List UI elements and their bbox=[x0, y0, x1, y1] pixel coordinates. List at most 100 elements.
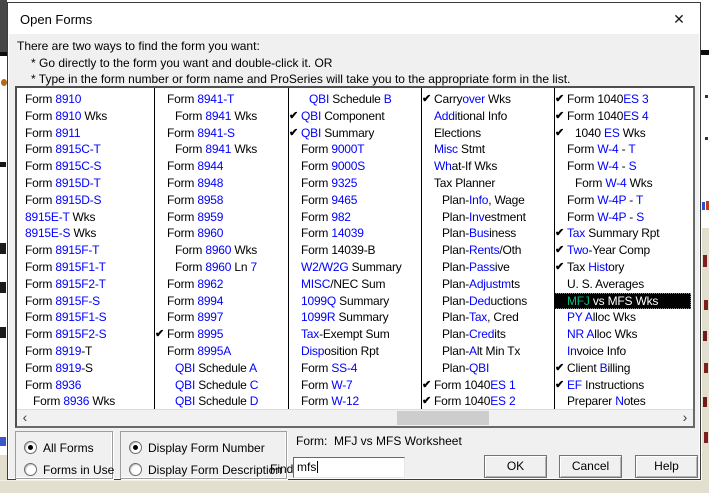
form-list-item[interactable]: Form 8941-T bbox=[154, 91, 288, 108]
form-list-item[interactable]: Form 8936 Wks bbox=[17, 393, 154, 410]
form-list-item[interactable]: Form 8915D-S bbox=[17, 192, 154, 209]
form-list-item[interactable]: Form 8915F-S bbox=[17, 293, 154, 310]
scrollbar-thumb[interactable] bbox=[397, 411, 489, 425]
form-list-item[interactable]: 1099R Summary bbox=[288, 309, 421, 326]
form-list-item[interactable]: Form 8915F1-T bbox=[17, 259, 154, 276]
form-list-item[interactable]: Form W-4 Wks bbox=[554, 175, 693, 192]
form-list-item[interactable]: Form 8941 Wks bbox=[154, 141, 288, 158]
form-list-item[interactable]: Form SS-4 bbox=[288, 360, 421, 377]
form-list-item[interactable]: Tax Planner bbox=[421, 175, 554, 192]
form-list-item[interactable]: Plan-Tax, Cred bbox=[421, 309, 554, 326]
form-list-item[interactable]: Form 8994 bbox=[154, 293, 288, 310]
radio-all-forms[interactable]: All Forms bbox=[24, 439, 94, 453]
form-list-item[interactable]: ✔EF Instructions bbox=[554, 377, 693, 394]
scroll-right-icon[interactable]: › bbox=[677, 410, 693, 425]
radio-display-form-description[interactable]: Display Form Description bbox=[129, 461, 282, 475]
form-list-item[interactable]: Form 8910 bbox=[17, 91, 154, 108]
help-button[interactable]: Help bbox=[635, 455, 698, 478]
form-list-item[interactable]: QBI Schedule B bbox=[288, 91, 421, 108]
form-list-item[interactable]: Form 14039-B bbox=[288, 242, 421, 259]
form-list-item[interactable]: ✔Client Billing bbox=[554, 360, 693, 377]
form-list-item[interactable]: ✔Form 1040ES 1 bbox=[421, 377, 554, 394]
form-list-item[interactable]: Form 8915C-T bbox=[17, 141, 154, 158]
form-list-item[interactable]: Form 8941-S bbox=[154, 125, 288, 142]
form-list-item[interactable]: Plan-Passive bbox=[421, 259, 554, 276]
form-list-item[interactable]: W2/W2G Summary bbox=[288, 259, 421, 276]
form-list-item[interactable]: Plan-Investment bbox=[421, 209, 554, 226]
form-list-item[interactable]: Plan-Rents/Oth bbox=[421, 242, 554, 259]
form-list-item[interactable]: ✔Form 1040ES 2 bbox=[421, 393, 554, 410]
form-list-item[interactable]: ✔Tax History bbox=[554, 259, 693, 276]
form-list-item[interactable]: Form 8936 bbox=[17, 377, 154, 394]
form-list-item[interactable]: Form W-4 - T bbox=[554, 141, 693, 158]
radio-button-icon[interactable] bbox=[129, 441, 142, 454]
form-list-item[interactable]: Elections bbox=[421, 125, 554, 142]
form-list-item[interactable]: Invoice Info bbox=[554, 343, 693, 360]
form-list-item[interactable]: Form 8941 Wks bbox=[154, 108, 288, 125]
form-list-item[interactable]: Form W-12 bbox=[288, 393, 421, 410]
close-icon[interactable]: ✕ bbox=[669, 9, 689, 29]
form-list-item[interactable]: Form 14039 bbox=[288, 225, 421, 242]
form-list-item[interactable]: Form 8962 bbox=[154, 276, 288, 293]
scroll-left-icon[interactable]: ‹ bbox=[17, 410, 33, 425]
form-list-item[interactable]: Disposition Rpt bbox=[288, 343, 421, 360]
form-list-item[interactable]: ✔Carryover Wks bbox=[421, 91, 554, 108]
form-list-item[interactable]: Plan-Info, Wage bbox=[421, 192, 554, 209]
form-list-item[interactable]: MISC/NEC Sum bbox=[288, 276, 421, 293]
form-list-item[interactable]: Form 8915F1-S bbox=[17, 309, 154, 326]
form-list-item[interactable]: Form 8944 bbox=[154, 158, 288, 175]
form-list-item[interactable]: MFJ vs MFS Wks bbox=[554, 293, 691, 310]
form-list-item[interactable]: Form W-4 - S bbox=[554, 158, 693, 175]
form-list-item[interactable]: QBI Schedule C bbox=[154, 377, 288, 394]
form-list-item[interactable]: Form 8910 Wks bbox=[17, 108, 154, 125]
form-list-item[interactable]: Form 8919-T bbox=[17, 343, 154, 360]
form-list-item[interactable]: Form 982 bbox=[288, 209, 421, 226]
cancel-button[interactable]: Cancel bbox=[559, 455, 622, 478]
form-list-item[interactable]: Form 9465 bbox=[288, 192, 421, 209]
form-list-item[interactable]: Form 9325 bbox=[288, 175, 421, 192]
form-list-item[interactable]: Plan-Deductions bbox=[421, 293, 554, 310]
form-list-item[interactable]: What-If Wks bbox=[421, 158, 554, 175]
radio-button-icon[interactable] bbox=[129, 463, 142, 476]
form-list-item[interactable]: Form 8960 Wks bbox=[154, 242, 288, 259]
form-list-item[interactable]: Plan-Credits bbox=[421, 326, 554, 343]
form-list-item[interactable]: Plan-QBI bbox=[421, 360, 554, 377]
form-list-item[interactable]: Form W-7 bbox=[288, 377, 421, 394]
form-list-item[interactable]: ✔Form 8995 bbox=[154, 326, 288, 343]
form-list-item[interactable]: Form 8948 bbox=[154, 175, 288, 192]
form-list-item[interactable]: Form 8960 Ln 7 bbox=[154, 259, 288, 276]
form-list-item[interactable]: Form W-4P - S bbox=[554, 209, 693, 226]
form-list-item[interactable]: Form 8919-S bbox=[17, 360, 154, 377]
form-list-item[interactable]: Plan-Adjustmts bbox=[421, 276, 554, 293]
form-list-item[interactable]: 8915E-S Wks bbox=[17, 225, 154, 242]
ok-button[interactable]: OK bbox=[484, 455, 547, 478]
form-list-item[interactable]: ✔Tax Summary Rpt bbox=[554, 225, 693, 242]
form-list-item[interactable]: Form 8915F-T bbox=[17, 242, 154, 259]
form-list-item[interactable]: ✔1040 ES Wks bbox=[554, 125, 693, 142]
form-list-item[interactable]: Form 8960 bbox=[154, 225, 288, 242]
form-list-item[interactable]: Form 8959 bbox=[154, 209, 288, 226]
form-list-item[interactable]: Form W-4P - T bbox=[554, 192, 693, 209]
form-list-item[interactable]: 8915E-T Wks bbox=[17, 209, 154, 226]
form-list-item[interactable]: Form 8915F2-S bbox=[17, 326, 154, 343]
form-list-item[interactable]: Plan-Alt Min Tx bbox=[421, 343, 554, 360]
form-list-item[interactable]: 1099Q Summary bbox=[288, 293, 421, 310]
form-list-item[interactable]: Form 8995A bbox=[154, 343, 288, 360]
form-list-item[interactable]: QBI Schedule A bbox=[154, 360, 288, 377]
form-list-item[interactable]: Misc Stmt bbox=[421, 141, 554, 158]
form-list-item[interactable]: Preparer Notes bbox=[554, 393, 693, 410]
find-input[interactable]: mfs bbox=[293, 457, 405, 478]
form-list-item[interactable]: U. S. Averages bbox=[554, 276, 693, 293]
radio-forms-in-use[interactable]: Forms in Use bbox=[24, 461, 114, 475]
radio-button-icon[interactable] bbox=[24, 441, 37, 454]
form-list-item[interactable]: QBI Schedule D bbox=[154, 393, 288, 410]
form-list-item[interactable]: ✔QBI Component bbox=[288, 108, 421, 125]
form-list-item[interactable]: ✔Form 1040ES 4 bbox=[554, 108, 693, 125]
form-list-item[interactable]: Plan-Business bbox=[421, 225, 554, 242]
form-list-item[interactable]: Form 8997 bbox=[154, 309, 288, 326]
form-list-item[interactable]: Additional Info bbox=[421, 108, 554, 125]
form-list-item[interactable]: Form 8911 bbox=[17, 125, 154, 142]
form-list-item[interactable]: ✔QBI Summary bbox=[288, 125, 421, 142]
form-list-item[interactable]: Form 9000S bbox=[288, 158, 421, 175]
radio-button-icon[interactable] bbox=[24, 463, 37, 476]
